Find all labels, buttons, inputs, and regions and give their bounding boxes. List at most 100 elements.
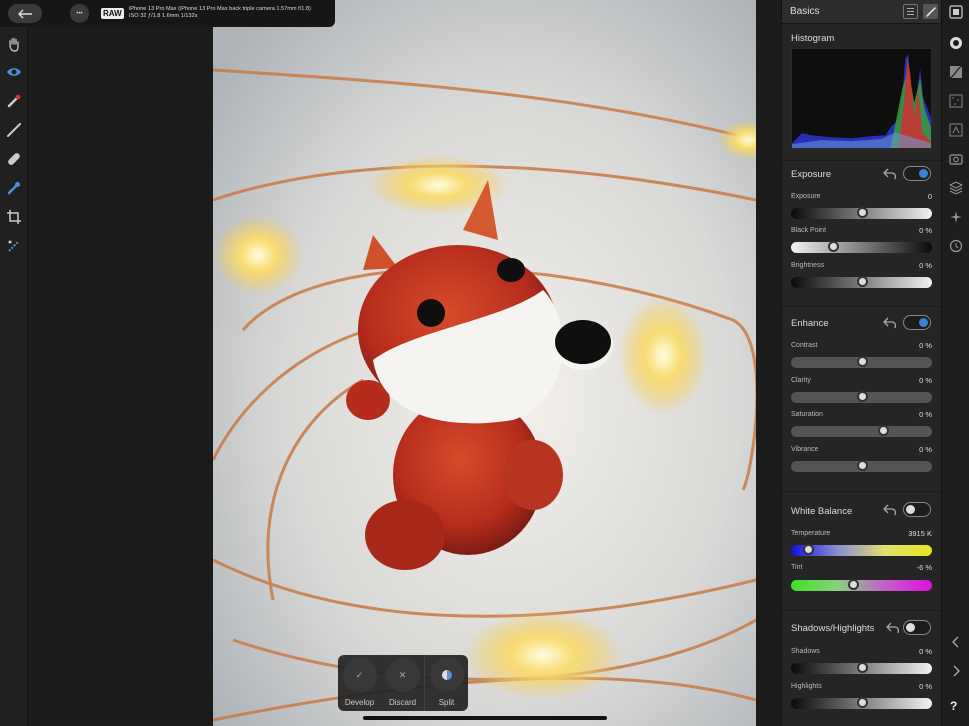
photo-canvas[interactable]: ✓ Develop ✕ Discard Split [28, 0, 781, 726]
panel-header: Basics [782, 0, 942, 24]
discard-button[interactable]: ✕ Discard [381, 655, 424, 711]
temperature-slider-value: 3915 K [908, 529, 932, 538]
crop-icon[interactable] [4, 207, 24, 227]
exposure-reset-icon[interactable] [883, 168, 897, 180]
vibrance-slider-value: 0 % [919, 445, 932, 454]
hand-tool-icon[interactable] [4, 34, 24, 54]
chevron-left-icon[interactable] [948, 634, 964, 650]
saturation-slider-label: Saturation [791, 411, 823, 418]
camera-info: iPhone 13 Pro Max (iPhone 13 Pro Max bac… [129, 6, 311, 20]
black-point-slider-value: 0 % [919, 226, 932, 235]
details-icon[interactable] [948, 122, 964, 138]
studio-toolbar: ? [941, 0, 969, 726]
develop-label: Develop [344, 698, 375, 707]
shadows-slider-value: 0 % [919, 647, 932, 656]
exposure-section-title: Exposure [791, 169, 832, 180]
tone-curves-icon[interactable] [948, 64, 964, 80]
shadows-slider-label: Shadows [791, 648, 820, 655]
clone-brush-icon[interactable] [4, 178, 24, 198]
develop-action-bar: ✓ Develop ✕ Discard Split [338, 655, 468, 711]
photo-image[interactable] [213, 0, 756, 726]
highlights-slider-thumb[interactable] [856, 697, 868, 708]
vibrance-slider-label: Vibrance [791, 446, 819, 453]
highlights-slider[interactable] [791, 697, 932, 709]
bandage-icon[interactable] [4, 149, 24, 169]
app-window: ✓ Develop ✕ Discard Split ••• RAW iPhone… [0, 0, 969, 726]
help-button[interactable]: ? [950, 699, 957, 713]
brush-icon[interactable] [4, 120, 24, 140]
noise-reduction-icon[interactable] [948, 93, 964, 109]
vibrance-slider-thumb[interactable] [856, 460, 868, 471]
temperature-slider-label: Temperature [791, 530, 831, 537]
clarity-slider-value: 0 % [919, 376, 932, 385]
brush-settings-icon[interactable] [923, 4, 938, 19]
highlights-slider-label: Highlights [791, 683, 822, 690]
selection-brush-icon[interactable] [4, 236, 24, 256]
discard-label: Discard [388, 698, 417, 707]
white-balance-toggle[interactable] [903, 502, 931, 517]
highlights-slider-value: 0 % [919, 682, 932, 691]
basics-studio-icon[interactable] [948, 35, 964, 51]
red-eye-brush-icon[interactable] [4, 91, 24, 111]
overlays-icon[interactable] [948, 209, 964, 225]
tint-slider[interactable] [791, 579, 932, 591]
tint-slider-thumb[interactable] [848, 579, 860, 590]
histogram-title: Histogram [791, 33, 835, 44]
arrow-left-icon [18, 9, 32, 18]
white-balance-reset-icon[interactable] [883, 504, 897, 516]
vibrance-slider[interactable] [791, 460, 932, 472]
brightness-slider-thumb[interactable] [856, 276, 868, 287]
exposure-toggle[interactable] [903, 166, 931, 181]
black-point-slider-thumb[interactable] [828, 241, 840, 252]
contrast-slider-label: Contrast [791, 342, 818, 349]
saturation-slider[interactable] [791, 425, 932, 437]
exposure-slider-label: Exposure [791, 193, 821, 200]
brightness-slider-label: Brightness [791, 262, 825, 269]
camera-exposure-settings: ISO 32 ƒ/1.8 1.6mm 1/132s [129, 13, 198, 19]
contrast-slider[interactable] [791, 356, 932, 368]
saturation-slider-thumb[interactable] [877, 425, 889, 436]
shadows-slider[interactable] [791, 662, 932, 674]
layers-icon[interactable] [948, 180, 964, 196]
clarity-slider-thumb[interactable] [856, 391, 868, 402]
more-button[interactable]: ••• [70, 4, 89, 23]
home-indicator [363, 716, 607, 720]
eye-icon[interactable] [4, 62, 24, 82]
exposure-slider[interactable] [791, 207, 932, 219]
shadows-highlights-toggle[interactable] [903, 620, 931, 635]
navigator-icon[interactable] [948, 4, 964, 20]
enhance-toggle[interactable] [903, 315, 931, 330]
temperature-slider-thumb[interactable] [802, 544, 814, 555]
ellipsis-icon: ••• [76, 10, 83, 17]
shadows-highlights-reset-icon[interactable] [886, 622, 900, 634]
tint-slider-value: -6 % [916, 563, 932, 572]
temperature-slider[interactable] [791, 544, 932, 556]
brightness-slider[interactable] [791, 276, 932, 288]
presets-list-icon[interactable] [903, 4, 918, 19]
black-point-slider[interactable] [791, 241, 932, 253]
exposure-slider-thumb[interactable] [856, 207, 868, 218]
back-button[interactable] [8, 4, 42, 23]
camera-model: iPhone 13 Pro Max (iPhone 13 Pro Max bac… [129, 6, 311, 12]
saturation-slider-value: 0 % [919, 410, 932, 419]
tint-slider-label: Tint [791, 564, 803, 571]
enhance-reset-icon[interactable] [883, 317, 897, 329]
split-label: Split [438, 698, 455, 707]
develop-button[interactable]: ✓ Develop [338, 655, 381, 711]
shadows-highlights-section-title: Shadows/Highlights [791, 623, 875, 634]
raw-badge: RAW [101, 8, 124, 19]
shadows-slider-thumb[interactable] [856, 662, 868, 673]
black-point-slider-label: Black Point [791, 227, 827, 234]
history-icon[interactable] [948, 238, 964, 254]
top-bar: ••• RAW iPhone 13 Pro Max (iPhone 13 Pro… [0, 0, 335, 27]
split-button[interactable]: Split [424, 655, 468, 711]
clarity-slider-label: Clarity [791, 377, 811, 384]
exposure-slider-value: 0 [927, 192, 932, 201]
contrast-slider-thumb[interactable] [856, 356, 868, 367]
close-icon: ✕ [385, 658, 420, 692]
clarity-slider[interactable] [791, 391, 932, 403]
lens-corrections-icon[interactable] [948, 151, 964, 167]
chevron-right-icon[interactable] [948, 663, 964, 679]
white-balance-section-title: White Balance [791, 506, 853, 517]
brightness-slider-value: 0 % [919, 261, 932, 270]
